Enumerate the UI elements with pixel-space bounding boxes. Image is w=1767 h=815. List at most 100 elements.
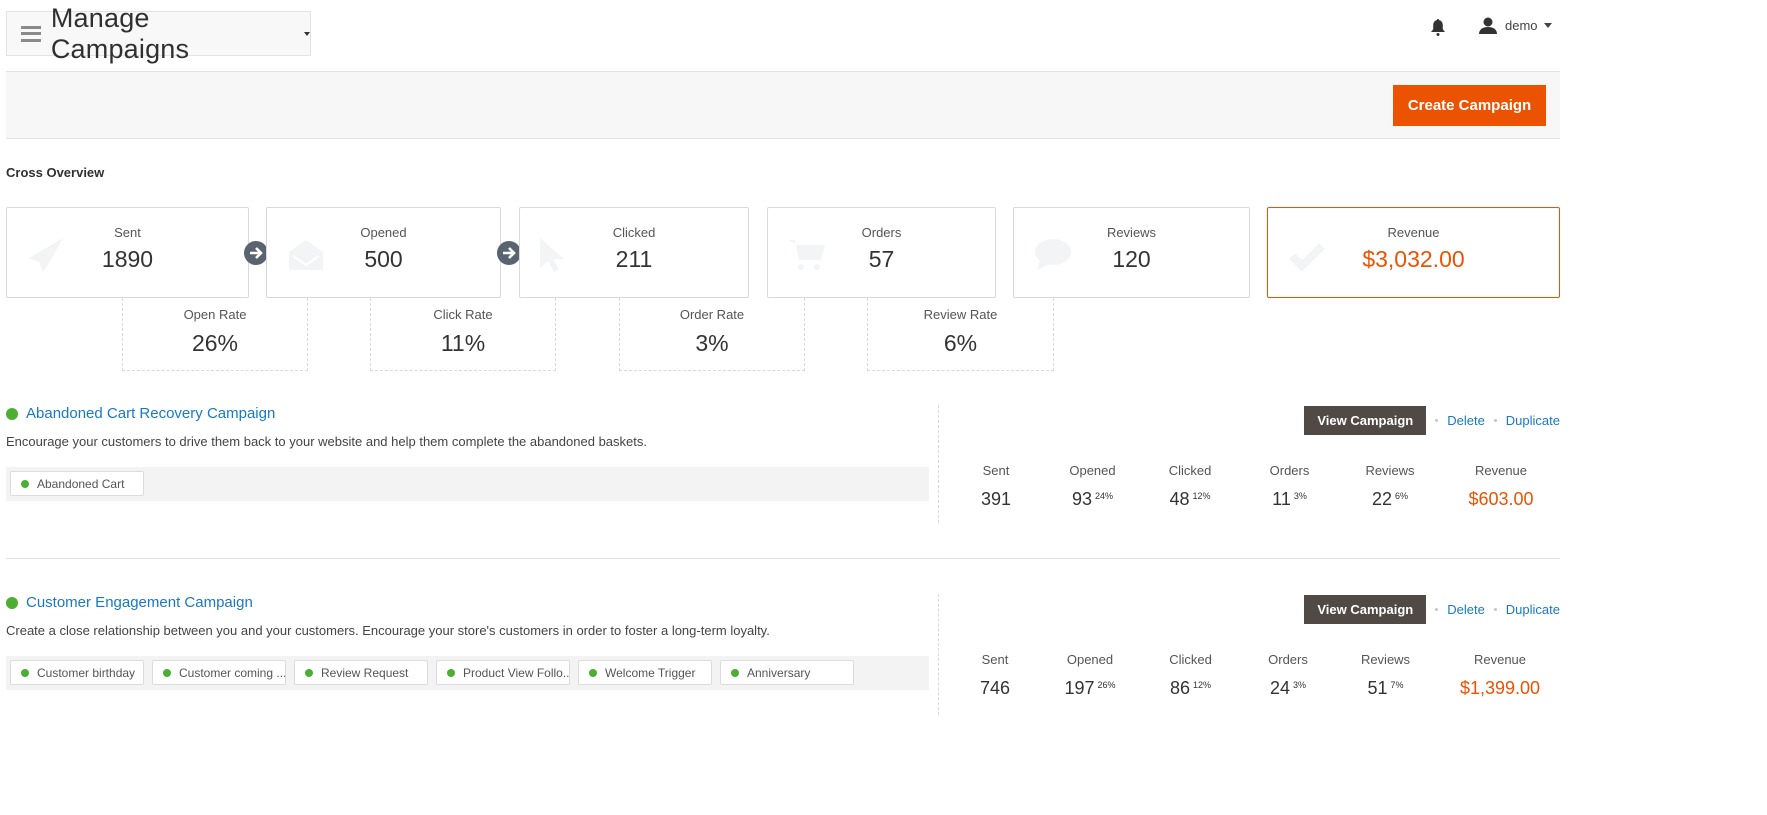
divider xyxy=(938,405,939,523)
rate-label: Order Rate xyxy=(679,307,745,322)
trigger-tag[interactable]: Product View Follo... xyxy=(436,660,570,685)
arrow-right-icon xyxy=(497,241,521,265)
stat-value: 22 6% xyxy=(1371,489,1409,509)
status-dot xyxy=(6,408,18,420)
campaign-stats: Sent Opened Clicked Orders Reviews Reven… xyxy=(946,652,1560,699)
stat-percent: 12% xyxy=(1193,680,1212,690)
delete-link[interactable]: Delete xyxy=(1447,413,1485,428)
section-title: Cross Overview xyxy=(6,165,105,180)
stat-header: Opened xyxy=(1066,652,1114,667)
rate-label: Open Rate xyxy=(183,307,247,322)
view-campaign-button[interactable]: View Campaign xyxy=(1304,406,1427,435)
campaign-item: Customer Engagement Campaign Create a cl… xyxy=(6,594,1560,715)
rate-value: 3% xyxy=(695,330,729,356)
status-dot xyxy=(6,597,18,609)
stat-header: Sent xyxy=(981,652,1009,667)
overview-card-opened: Opened 500 xyxy=(266,207,501,298)
stat-percent: 24% xyxy=(1095,491,1114,501)
overview-card-orders: Orders 57 xyxy=(767,207,996,298)
stat-value: 746 xyxy=(979,678,1011,698)
trigger-label: Review Request xyxy=(321,665,409,680)
trigger-label: Product View Follo... xyxy=(463,665,570,680)
stat-header: Orders xyxy=(1268,652,1308,667)
trigger-tag[interactable]: Customer birthday xyxy=(10,660,144,685)
campaign-description: Encourage your customers to drive them b… xyxy=(6,434,647,449)
status-dot xyxy=(305,668,313,677)
stat-percent: 3% xyxy=(1293,680,1307,690)
status-dot xyxy=(163,668,171,677)
campaign-name-link[interactable]: Abandoned Cart Recovery Campaign xyxy=(26,405,275,422)
separator xyxy=(1435,608,1439,611)
stat-value: 93 24% xyxy=(1071,489,1114,509)
user-menu[interactable]: demo xyxy=(1479,17,1552,34)
hamburger-icon xyxy=(21,25,41,42)
duplicate-link[interactable]: Duplicate xyxy=(1506,413,1560,428)
caret-down-icon xyxy=(1543,23,1552,28)
overview-card-revenue: Revenue $3,032.00 xyxy=(1267,207,1560,298)
stat-value: 24 3% xyxy=(1269,678,1307,698)
page-title-switcher[interactable]: Manage Campaigns xyxy=(6,3,311,64)
status-dot xyxy=(21,668,29,677)
paper-plane-icon xyxy=(29,238,63,272)
campaign-description: Create a close relationship between you … xyxy=(6,623,770,638)
trigger-label: Welcome Trigger xyxy=(605,665,696,680)
stat-value: 11 3% xyxy=(1272,489,1307,509)
comment-icon xyxy=(1035,239,1071,270)
stat-header: Orders xyxy=(1269,463,1310,478)
rate-open: Open Rate 26% xyxy=(122,298,308,371)
status-dot xyxy=(589,668,597,677)
caret-down-icon xyxy=(304,31,310,36)
rate-value: 26% xyxy=(191,330,239,356)
status-dot xyxy=(731,668,739,677)
stat-header: Revenue xyxy=(1473,652,1527,667)
bell-icon[interactable] xyxy=(1431,19,1445,36)
page-actions-toolbar: Create Campaign xyxy=(6,71,1560,139)
duplicate-link[interactable]: Duplicate xyxy=(1506,602,1560,617)
delete-link[interactable]: Delete xyxy=(1447,602,1485,617)
check-icon xyxy=(1289,243,1325,272)
trigger-tag[interactable]: Review Request xyxy=(294,660,428,685)
user-icon xyxy=(1479,17,1497,34)
stat-header: Clicked xyxy=(1169,652,1212,667)
stat-percent: 12% xyxy=(1192,491,1211,501)
overview-card-reviews: Reviews 120 xyxy=(1013,207,1250,298)
overview-card-clicked: Clicked 211 xyxy=(519,207,749,298)
stat-percent: 26% xyxy=(1097,680,1116,690)
stat-header: Reviews xyxy=(1365,463,1415,478)
rate-label: Review Rate xyxy=(923,307,998,322)
stat-header: Clicked xyxy=(1168,463,1212,478)
stat-value-revenue: $603.00 xyxy=(1468,489,1534,509)
rate-label: Click Rate xyxy=(433,307,493,322)
stat-value: 51 7% xyxy=(1367,678,1404,698)
stat-value: 197 26% xyxy=(1064,678,1116,698)
stat-percent: 7% xyxy=(1390,680,1404,690)
rate-value: 6% xyxy=(943,330,978,356)
trigger-tag[interactable]: Welcome Trigger xyxy=(578,660,712,685)
status-dot xyxy=(447,668,455,677)
trigger-list: Customer birthday Customer coming ... Re… xyxy=(6,656,929,690)
campaign-name-link[interactable]: Customer Engagement Campaign xyxy=(26,594,253,611)
view-campaign-button[interactable]: View Campaign xyxy=(1304,595,1427,624)
envelope-open-icon xyxy=(289,240,323,270)
stat-value-revenue: $1,399.00 xyxy=(1459,678,1541,698)
rate-order: Order Rate 3% xyxy=(619,298,805,371)
separator xyxy=(1493,608,1497,611)
trigger-tag[interactable]: Abandoned Cart xyxy=(10,471,144,496)
trigger-tag[interactable]: Anniversary xyxy=(720,660,854,685)
rate-value: 11% xyxy=(440,330,486,356)
arrow-right-icon xyxy=(244,241,268,265)
stat-value: 48 12% xyxy=(1169,489,1211,509)
trigger-tag[interactable]: Customer coming ... xyxy=(152,660,286,685)
cursor-icon xyxy=(540,238,564,272)
user-name: demo xyxy=(1505,18,1538,33)
create-campaign-button[interactable]: Create Campaign xyxy=(1393,85,1546,126)
stat-header: Sent xyxy=(982,463,1010,478)
page-title: Manage Campaigns xyxy=(50,2,190,64)
stat-percent: 6% xyxy=(1395,491,1409,501)
rate-click: Click Rate 11% xyxy=(370,298,556,371)
stat-value: 86 12% xyxy=(1169,678,1212,698)
trigger-list: Abandoned Cart xyxy=(6,467,929,501)
stat-header: Reviews xyxy=(1360,652,1411,667)
campaign-actions: View Campaign Delete Duplicate xyxy=(1304,595,1560,624)
status-dot xyxy=(21,479,29,488)
